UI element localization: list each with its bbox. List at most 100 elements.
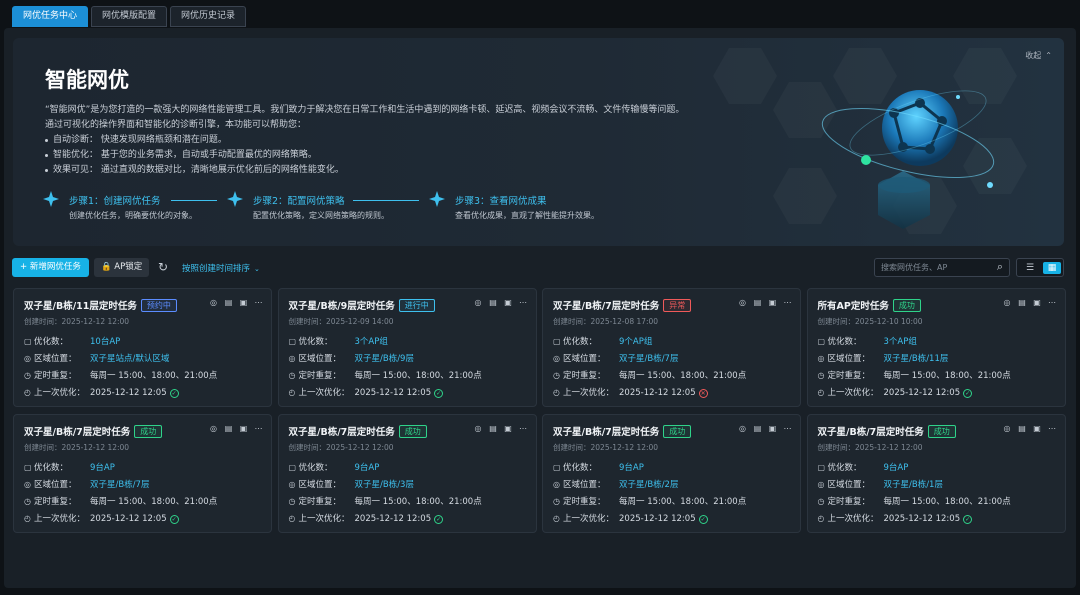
area-value[interactable]: 双子星/B栋/3层 [355, 480, 414, 490]
step-desc: 查看优化成果，直观了解性能提升效果。 [455, 211, 599, 220]
sort-dropdown[interactable]: 按照创建时间排序 ⌄ [182, 262, 260, 274]
count-icon: ▢ [553, 463, 561, 472]
task-card[interactable]: 所有AP定时任务 成功 ◎ ▤ ▣ ⋯ 创建时间：2025-12-10 10:00 ▢ 优化数：… [806, 288, 1066, 407]
repeat-value: 每周一 15:00、18:00、21:00点 [883, 497, 1011, 507]
area-label: 区域位置： [298, 480, 342, 490]
more-icon[interactable]: ⋯ [254, 298, 263, 308]
area-value[interactable]: 双子星/B栋/2层 [619, 480, 678, 490]
more-icon[interactable]: ⋯ [1048, 298, 1057, 308]
report-icon[interactable]: ▤ [1018, 298, 1027, 308]
count-value[interactable]: 9台AP [619, 463, 644, 473]
area-row: ◎ 区域位置： 双子星/B栋/7层 [553, 352, 678, 364]
report-icon[interactable]: ▤ [753, 298, 762, 308]
report-icon[interactable]: ▤ [224, 424, 233, 434]
count-value[interactable]: 10台AP [90, 337, 120, 347]
repeat-value: 每周一 15:00、18:00、21:00点 [354, 497, 482, 507]
report-icon[interactable]: ▤ [489, 298, 498, 308]
pause-icon[interactable]: ◎ [1003, 424, 1012, 434]
count-label: 优化数： [34, 337, 69, 347]
add-task-button[interactable]: + 新增网优任务 [12, 258, 89, 277]
config-icon[interactable]: ▣ [504, 298, 513, 308]
ap-lock-button[interactable]: 🔒 AP锁定 [94, 258, 150, 277]
count-value[interactable]: 3个AP组 [355, 337, 388, 347]
repeat-value: 每周一 15:00、18:00、21:00点 [354, 371, 482, 381]
count-value[interactable]: 9台AP [90, 463, 115, 473]
more-icon[interactable]: ⋯ [519, 424, 528, 434]
task-card[interactable]: 双子星/B栋/9层定时任务 进行中 ◎ ▤ ▣ ⋯ 创建时间：2025-12-09 14:0… [277, 288, 537, 407]
task-card[interactable]: 双子星/B栋/7层定时任务 成功 ◎ ▤ ▣ ⋯ 创建时间：2025-12-12 12:00… [806, 414, 1066, 533]
area-value[interactable]: 双子星/B栋/9层 [355, 354, 414, 364]
area-value[interactable]: 双子星/B栋/1层 [884, 480, 943, 490]
config-icon[interactable]: ▣ [1033, 424, 1042, 434]
count-row: ▢ 优化数： 9台AP [818, 461, 909, 473]
report-icon[interactable]: ▤ [753, 424, 762, 434]
task-card[interactable]: 双子星/B栋/7层定时任务 异常 ◎ ▤ ▣ ⋯ 创建时间：2025-12-08 17:00… [542, 288, 801, 407]
report-icon[interactable]: ▤ [1018, 424, 1027, 434]
count-icon: ▢ [24, 337, 32, 346]
location-icon: ◎ [24, 354, 31, 363]
pause-icon[interactable]: ◎ [474, 298, 483, 308]
count-value[interactable]: 9个AP组 [619, 337, 652, 347]
last-value: 2025-12-12 12:05 [90, 514, 167, 524]
task-card[interactable]: 双子星/B栋/7层定时任务 成功 ◎ ▤ ▣ ⋯ 创建时间：2025-12-12 12:00… [13, 414, 272, 533]
step-desc: 配置优化策略，定义网络策略的规则。 [253, 211, 389, 220]
location-icon: ◎ [817, 354, 825, 363]
pause-icon[interactable]: ◎ [738, 424, 747, 434]
sort-label: 按照创建时间排序 [182, 264, 251, 274]
pause-icon[interactable]: ◎ [209, 298, 218, 308]
more-icon[interactable]: ⋯ [254, 424, 263, 434]
alarm-icon: ◷ [553, 497, 560, 506]
area-value[interactable]: 双子星/B栋/7层 [90, 480, 149, 490]
pause-icon[interactable]: ◎ [474, 424, 483, 434]
count-label: 优化数： [298, 463, 333, 473]
grid-view-icon[interactable]: ▦ [1043, 262, 1061, 274]
more-icon[interactable]: ⋯ [783, 424, 792, 434]
tab-template-config[interactable]: 网优模版配置 [91, 6, 168, 27]
report-icon[interactable]: ▤ [224, 298, 233, 308]
pause-icon[interactable]: ◎ [209, 424, 218, 434]
more-icon[interactable]: ⋯ [519, 298, 528, 308]
created-time: 创建时间：2025-12-09 14:00 [288, 317, 394, 326]
tab-history[interactable]: 网优历史记录 [170, 6, 247, 27]
config-icon[interactable]: ▣ [239, 298, 248, 308]
repeat-label: 定时重复： [298, 497, 342, 507]
task-card[interactable]: 双子星/B栋/7层定时任务 成功 ◎ ▤ ▣ ⋯ 创建时间：2025-12-12 12:00… [277, 414, 537, 533]
area-value[interactable]: 双子星/B栋/11层 [884, 354, 949, 364]
config-icon[interactable]: ▣ [768, 424, 777, 434]
search-input[interactable]: 搜索网优任务、AP ⌕ [874, 258, 1010, 277]
pause-icon[interactable]: ◎ [1003, 298, 1012, 308]
area-value[interactable]: 双子星/B栋/7层 [619, 354, 678, 364]
collapse-button[interactable]: 收起 ⌃ [1025, 50, 1052, 61]
banner-description: “智能网优”是为您打造的一款强大的网络性能管理工具。我们致力于解决您在日常工作和… [45, 103, 684, 178]
pause-icon[interactable]: ◎ [738, 298, 747, 308]
collapse-label: 收起 [1025, 51, 1042, 60]
config-icon[interactable]: ▣ [1033, 298, 1042, 308]
card-title: 双子星/B栋/7层定时任务 成功 [553, 424, 692, 438]
repeat-label: 定时重复： [34, 497, 77, 507]
area-label: 区域位置： [34, 354, 77, 364]
config-icon[interactable]: ▣ [239, 424, 248, 434]
config-icon[interactable]: ▣ [504, 424, 513, 434]
task-card[interactable]: 双子星/B栋/7层定时任务 成功 ◎ ▤ ▣ ⋯ 创建时间：2025-12-12 12:00… [542, 414, 801, 533]
report-icon[interactable]: ▤ [489, 424, 498, 434]
config-icon[interactable]: ▣ [768, 298, 777, 308]
card-title-text: 双子星/B栋/11层定时任务 [24, 301, 137, 312]
count-value[interactable]: 9台AP [355, 463, 380, 473]
alarm-icon: ◷ [24, 497, 31, 506]
area-value[interactable]: 双子星站点/默认区域 [90, 354, 169, 364]
more-icon[interactable]: ⋯ [783, 298, 792, 308]
card-title: 双子星/B栋/9层定时任务 进行中 [289, 298, 435, 312]
task-card[interactable]: 双子星/B栋/11层定时任务 预约中 ◎ ▤ ▣ ⋯ 创建时间：2025-12-12 12:… [13, 288, 272, 407]
tab-task-center[interactable]: 网优任务中心 [12, 6, 89, 27]
search-icon[interactable]: ⌕ [997, 258, 1003, 275]
more-icon[interactable]: ⋯ [1048, 424, 1057, 434]
refresh-icon[interactable]: ↻ [158, 260, 168, 274]
count-value[interactable]: 9台AP [884, 463, 909, 473]
location-icon: ◎ [288, 480, 296, 489]
alarm-icon: ◷ [288, 497, 296, 506]
last-label: 上一次优化： [34, 388, 86, 398]
list-view-icon[interactable]: ☰ [1021, 262, 1039, 274]
last-row: ◴ 上一次优化： 2025-12-12 12:05 ✓ [289, 512, 444, 524]
count-value[interactable]: 3个AP组 [884, 337, 917, 347]
count-row: ▢ 优化数： 3个AP组 [289, 335, 388, 347]
